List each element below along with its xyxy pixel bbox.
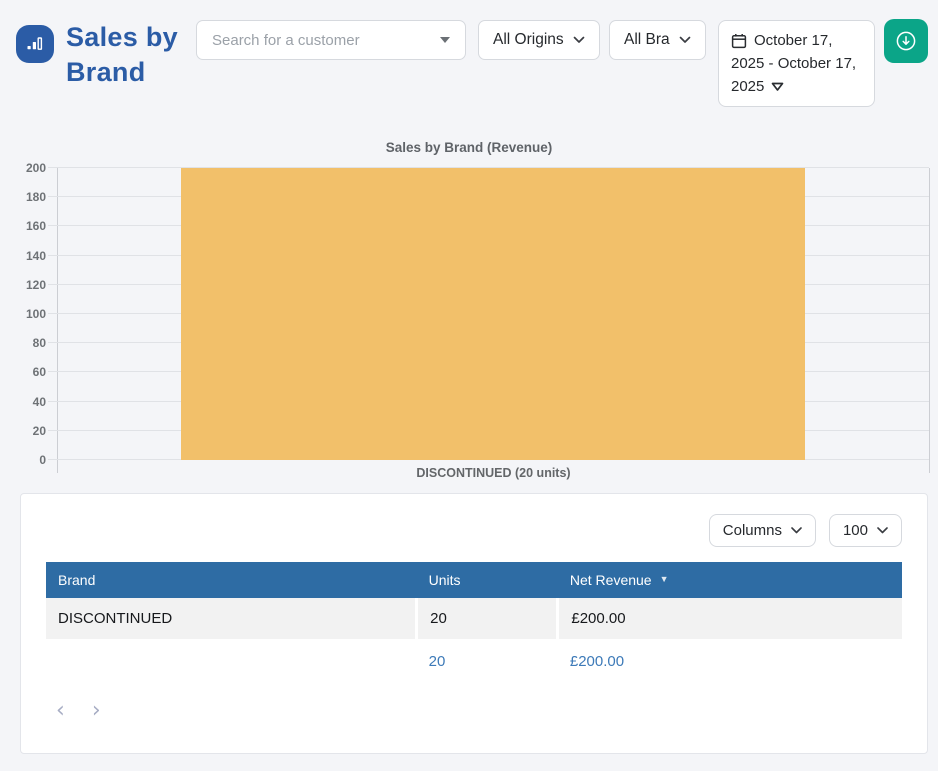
y-tick-label: 0 [39, 453, 46, 467]
calendar-icon [731, 33, 747, 48]
y-tick-label: 20 [32, 423, 46, 438]
y-tick-label: 120 [25, 277, 46, 292]
column-header-net-revenue[interactable]: Net Revenue ▼ [557, 562, 902, 598]
customer-search-select[interactable]: Search for a customer [196, 20, 466, 60]
cell-brand: DISCONTINUED [46, 598, 417, 639]
y-tick-label: 160 [25, 219, 46, 234]
table-row[interactable]: DISCONTINUED 20 £200.00 [46, 598, 902, 639]
brand: Sales by Brand [16, 20, 196, 90]
column-header-brand[interactable]: Brand [46, 562, 417, 598]
y-tick-label: 180 [25, 190, 46, 205]
chart-bar[interactable] [180, 168, 806, 460]
triangle-down-icon [772, 82, 784, 91]
chevron-down-icon [679, 36, 691, 43]
totals-net-revenue: £200.00 [557, 639, 902, 684]
plot-area: 0 20 40 60 80 100 120 140 160 180 200 [26, 161, 930, 473]
origins-filter-select[interactable]: All Origins [478, 20, 600, 60]
bar-chart-icon [16, 25, 54, 63]
download-button[interactable] [884, 19, 928, 63]
brands-filter-select[interactable]: All Bra [609, 20, 706, 60]
dropdown-arrow-icon [440, 37, 450, 43]
y-tick-label: 140 [25, 248, 46, 263]
page-size-select[interactable]: 100 [828, 514, 902, 547]
search-placeholder: Search for a customer [212, 31, 360, 49]
y-tick-label: 200 [25, 161, 46, 175]
y-tick-label: 100 [25, 307, 46, 321]
chevron-down-icon [877, 527, 888, 534]
download-circle-icon [896, 31, 916, 51]
cell-units: 20 [415, 598, 558, 639]
pagination: ‹ › [56, 700, 902, 722]
date-range-picker[interactable]: October 17, 2025 - October 17, 2025 [718, 20, 875, 107]
date-range-line-3: 2025 [731, 78, 765, 95]
y-tick-label: 60 [32, 365, 46, 380]
columns-button[interactable]: Columns [708, 514, 816, 547]
totals-units: 20 [416, 639, 558, 684]
chevron-down-icon [573, 36, 585, 43]
columns-button-label: Columns [722, 522, 782, 539]
prev-page-button[interactable]: ‹ [56, 700, 65, 722]
brand-sales-table: Brand Units Net Revenue ▼ DISCONTINUED 20… [46, 562, 902, 684]
page-size-value: 100 [842, 522, 868, 539]
chevron-down-icon [791, 527, 802, 534]
totals-row: 20 £200.00 [46, 639, 902, 684]
table-card: Columns 100 Brand Units Net Revenue ▼ DIS… [20, 493, 928, 754]
revenue-chart: Sales by Brand (Revenue) 0 20 40 60 80 100 120… [0, 140, 938, 480]
next-page-button[interactable]: › [92, 700, 101, 722]
origins-filter-label: All Origins [493, 31, 564, 48]
page-title: Sales by Brand [66, 22, 178, 87]
column-header-units[interactable]: Units [416, 562, 558, 598]
y-tick-label: 80 [32, 336, 46, 351]
cell-net-revenue: £200.00 [556, 598, 902, 639]
x-axis-category-label: DISCONTINUED (20 units) [416, 466, 571, 480]
chart-title: Sales by Brand (Revenue) [385, 140, 553, 155]
date-range-line-2: 2025 - October 17, [731, 55, 857, 72]
y-tick-label: 40 [32, 394, 46, 409]
totals-brand-cell [46, 639, 417, 684]
top-bar: Sales by Brand Search for a customer All… [0, 0, 938, 107]
brands-filter-label: All Bra [624, 31, 670, 48]
sort-desc-icon: ▼ [659, 574, 669, 584]
date-range-line-1: October 17, [754, 32, 833, 49]
table-header-row: Brand Units Net Revenue ▼ [46, 562, 902, 598]
